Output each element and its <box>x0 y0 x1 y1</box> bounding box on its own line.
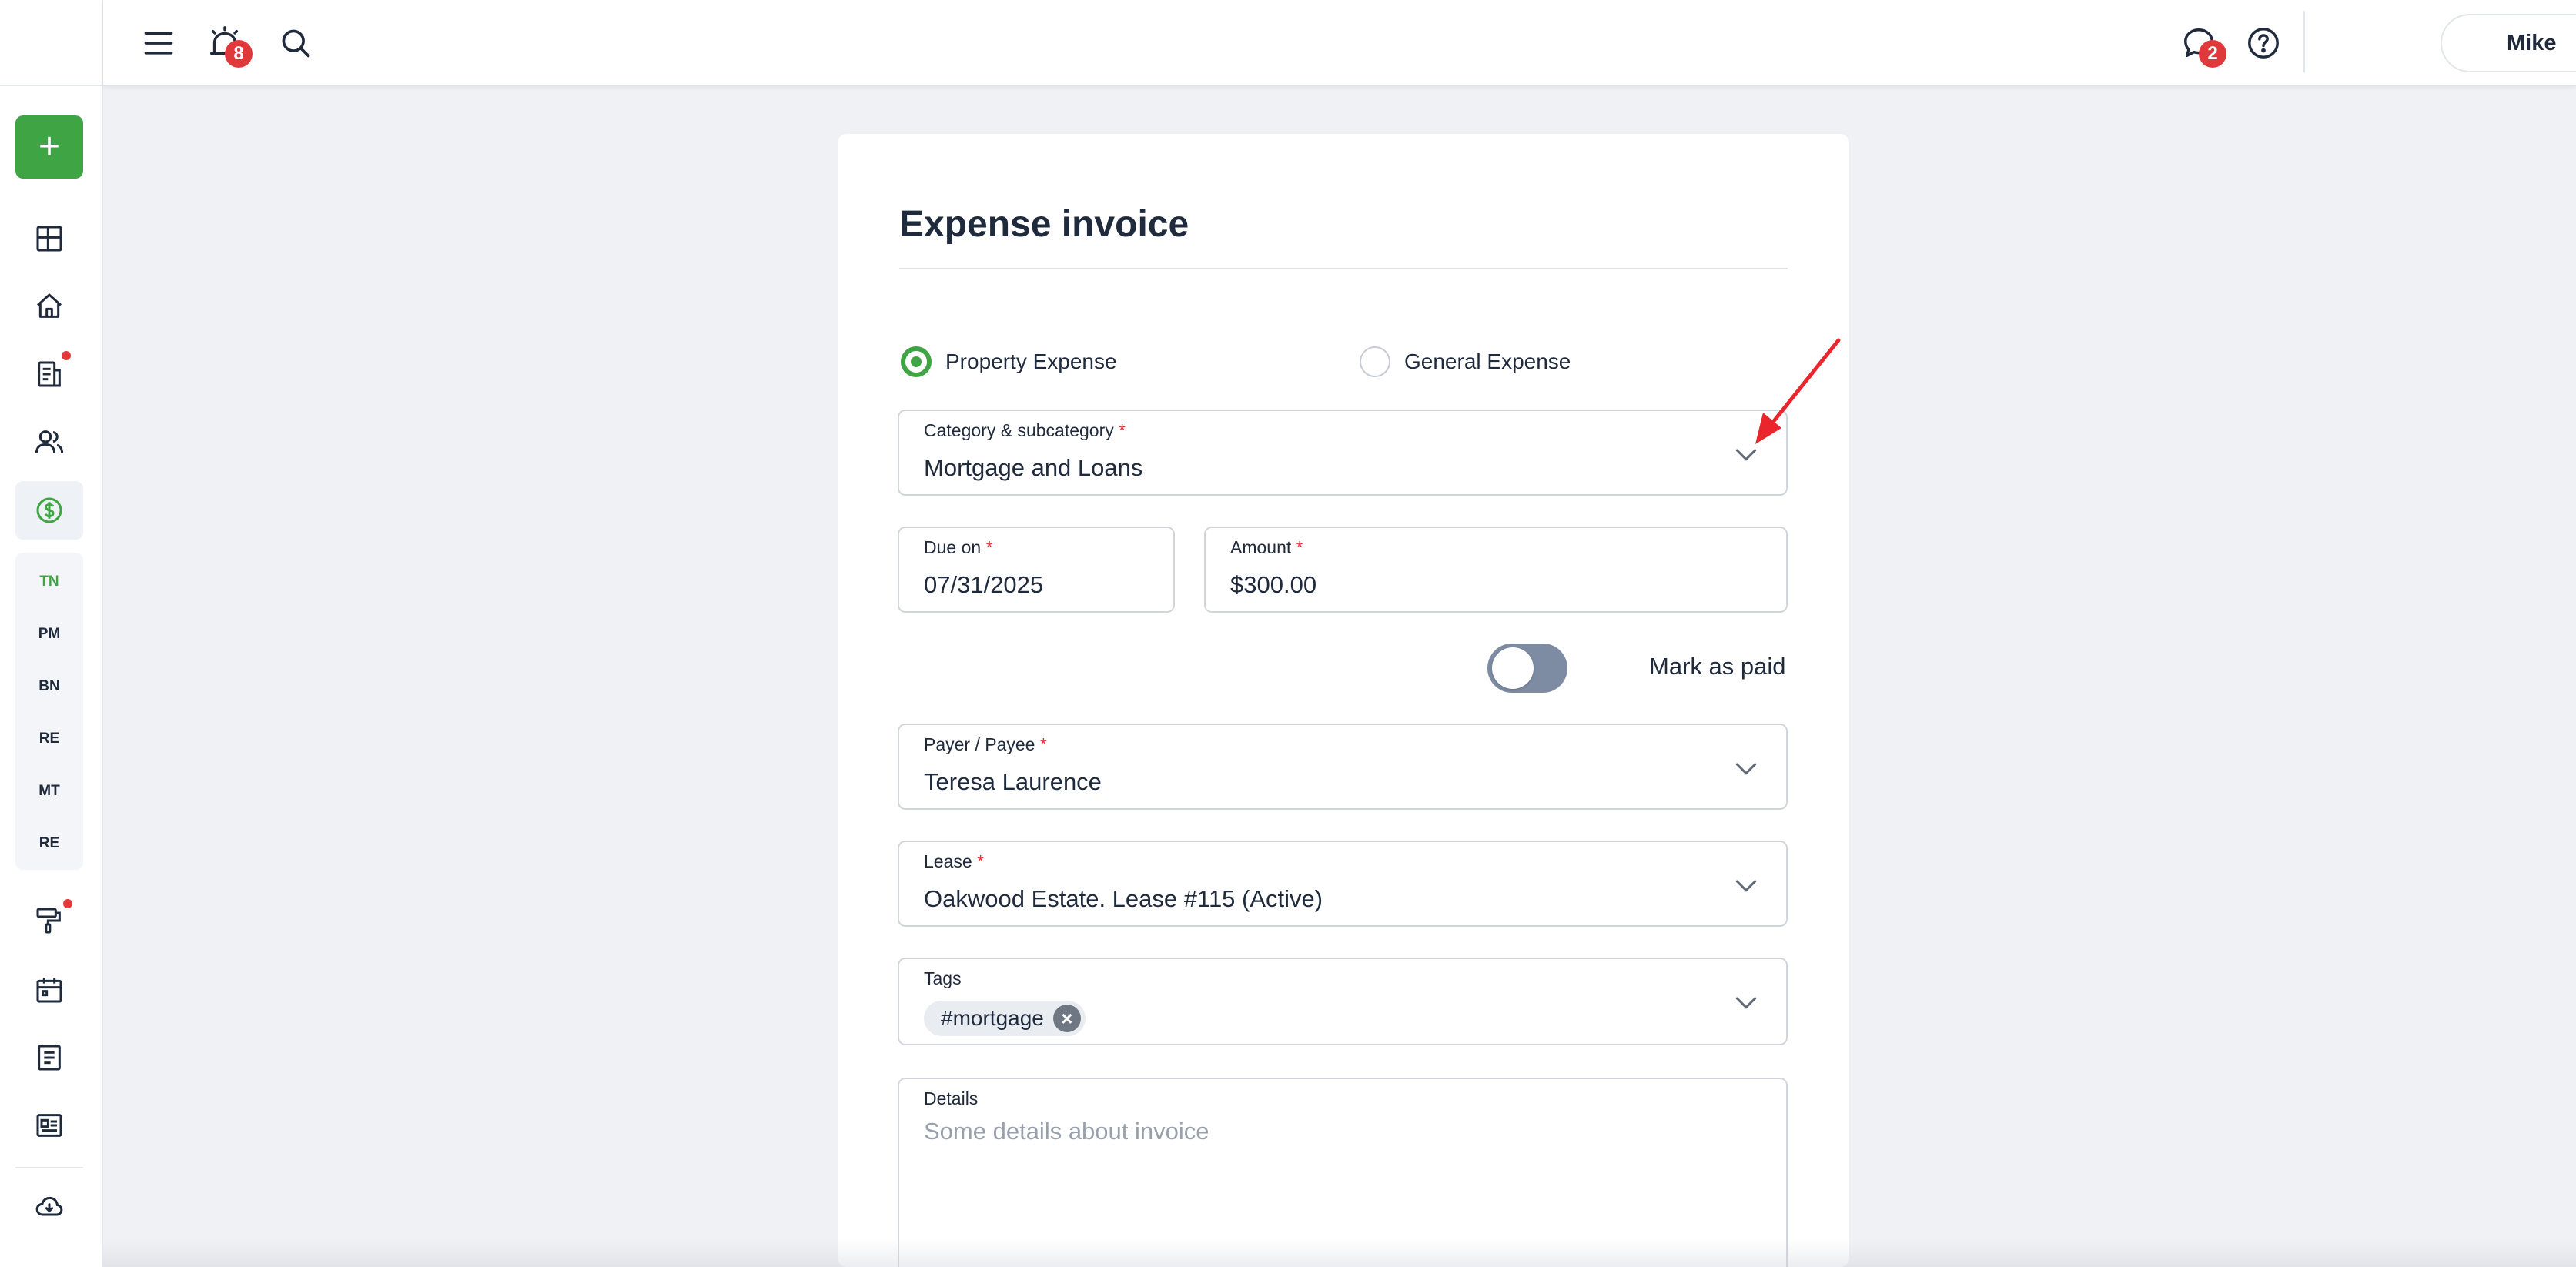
details-placeholder: Some details about invoice <box>924 1118 1209 1145</box>
sidebar-divider <box>15 1167 83 1168</box>
title-divider <box>899 268 1788 269</box>
sidebar-logo-area <box>0 0 102 86</box>
calendar-icon[interactable] <box>25 965 74 1015</box>
top-bar: 8 2 Mike <box>103 0 2576 86</box>
people-icon[interactable] <box>25 417 74 466</box>
tag-chip-label: #mortgage <box>941 1006 1044 1030</box>
lease-value: Oakwood Estate. Lease #115 (Active) <box>924 885 1323 912</box>
menu-icon[interactable] <box>134 18 183 68</box>
dashboard-icon[interactable] <box>25 214 74 263</box>
mark-as-paid-label: Mark as paid <box>1649 653 1786 680</box>
subnav-item-re[interactable]: RE <box>15 730 83 747</box>
search-icon[interactable] <box>271 18 320 68</box>
due-on-value: 07/31/2025 <box>924 571 1044 598</box>
subnav-item-mt[interactable]: MT <box>15 783 83 800</box>
alarm-icon[interactable]: 8 <box>200 18 253 68</box>
chevron-down-icon <box>1735 880 1757 892</box>
reports-icon[interactable] <box>25 349 74 399</box>
payee-select[interactable]: Payer / Payee * Teresa Laurence <box>898 724 1788 810</box>
document-icon[interactable] <box>25 1033 74 1082</box>
tags-label: Tags <box>924 968 962 988</box>
category-value: Mortgage and Loans <box>924 454 1143 481</box>
property-expense-radio[interactable]: Property Expense <box>901 346 1117 377</box>
lease-label: Lease * <box>924 851 985 871</box>
radio-selected-indicator <box>901 346 932 377</box>
page-title: Expense invoice <box>899 204 1189 245</box>
home-icon[interactable] <box>25 282 74 331</box>
listings-icon[interactable] <box>25 1101 74 1150</box>
bottom-fade <box>103 1239 2576 1267</box>
category-select[interactable]: Category & subcategory * Mortgage and Lo… <box>898 410 1788 496</box>
accounting-subnav: TN PM BN RE MT RE <box>15 553 83 870</box>
due-on-field[interactable]: Due on * 07/31/2025 <box>898 527 1175 613</box>
radio-unselected-indicator <box>1360 346 1390 377</box>
chevron-down-icon <box>1735 763 1757 775</box>
help-icon[interactable] <box>2239 18 2288 68</box>
general-expense-radio[interactable]: General Expense <box>1360 346 1571 377</box>
amount-label: Amount * <box>1230 537 1303 557</box>
lease-select[interactable]: Lease * Oakwood Estate. Lease #115 (Acti… <box>898 841 1788 927</box>
due-on-label: Due on * <box>924 537 993 557</box>
annotation-arrow-icon <box>1755 338 1841 444</box>
mark-as-paid-toggle[interactable] <box>1487 644 1567 693</box>
property-expense-label: Property Expense <box>945 349 1117 373</box>
subnav-item-re-2[interactable]: RE <box>15 835 83 852</box>
subnav-item-bn[interactable]: BN <box>15 678 83 695</box>
amount-field[interactable]: Amount * $300.00 <box>1204 527 1788 613</box>
maintenance-notification-dot <box>63 899 72 908</box>
maintenance-icon[interactable] <box>25 896 74 945</box>
subnav-item-tn[interactable]: TN <box>15 573 83 590</box>
category-label: Category & subcategory * <box>924 420 1126 440</box>
amount-value: $300.00 <box>1230 571 1317 598</box>
subnav-item-pm[interactable]: PM <box>15 626 83 643</box>
messages-badge: 2 <box>2199 40 2226 68</box>
sidebar: + TN PM BN RE MT RE <box>0 0 103 1267</box>
tag-chip: #mortgage × <box>924 1001 1086 1036</box>
messages-icon[interactable]: 2 <box>2174 18 2226 68</box>
remove-tag-icon[interactable]: × <box>1052 1005 1081 1032</box>
user-name: Mike <box>2507 31 2557 55</box>
accounting-icon[interactable] <box>25 486 74 535</box>
details-label: Details <box>924 1088 979 1108</box>
chevron-down-icon <box>1735 997 1757 1009</box>
tags-select[interactable]: Tags #mortgage × <box>898 958 1788 1045</box>
toggle-knob <box>1492 647 1534 689</box>
notifications-badge: 8 <box>225 40 253 68</box>
payee-value: Teresa Laurence <box>924 768 1102 795</box>
general-expense-label: General Expense <box>1404 349 1571 373</box>
add-new-button[interactable]: + <box>15 115 83 179</box>
topbar-separator <box>2303 11 2305 72</box>
user-menu[interactable]: Mike <box>2441 14 2576 72</box>
payee-label: Payer / Payee * <box>924 734 1047 754</box>
reports-notification-dot <box>62 351 71 360</box>
cloud-download-icon[interactable] <box>25 1182 74 1232</box>
